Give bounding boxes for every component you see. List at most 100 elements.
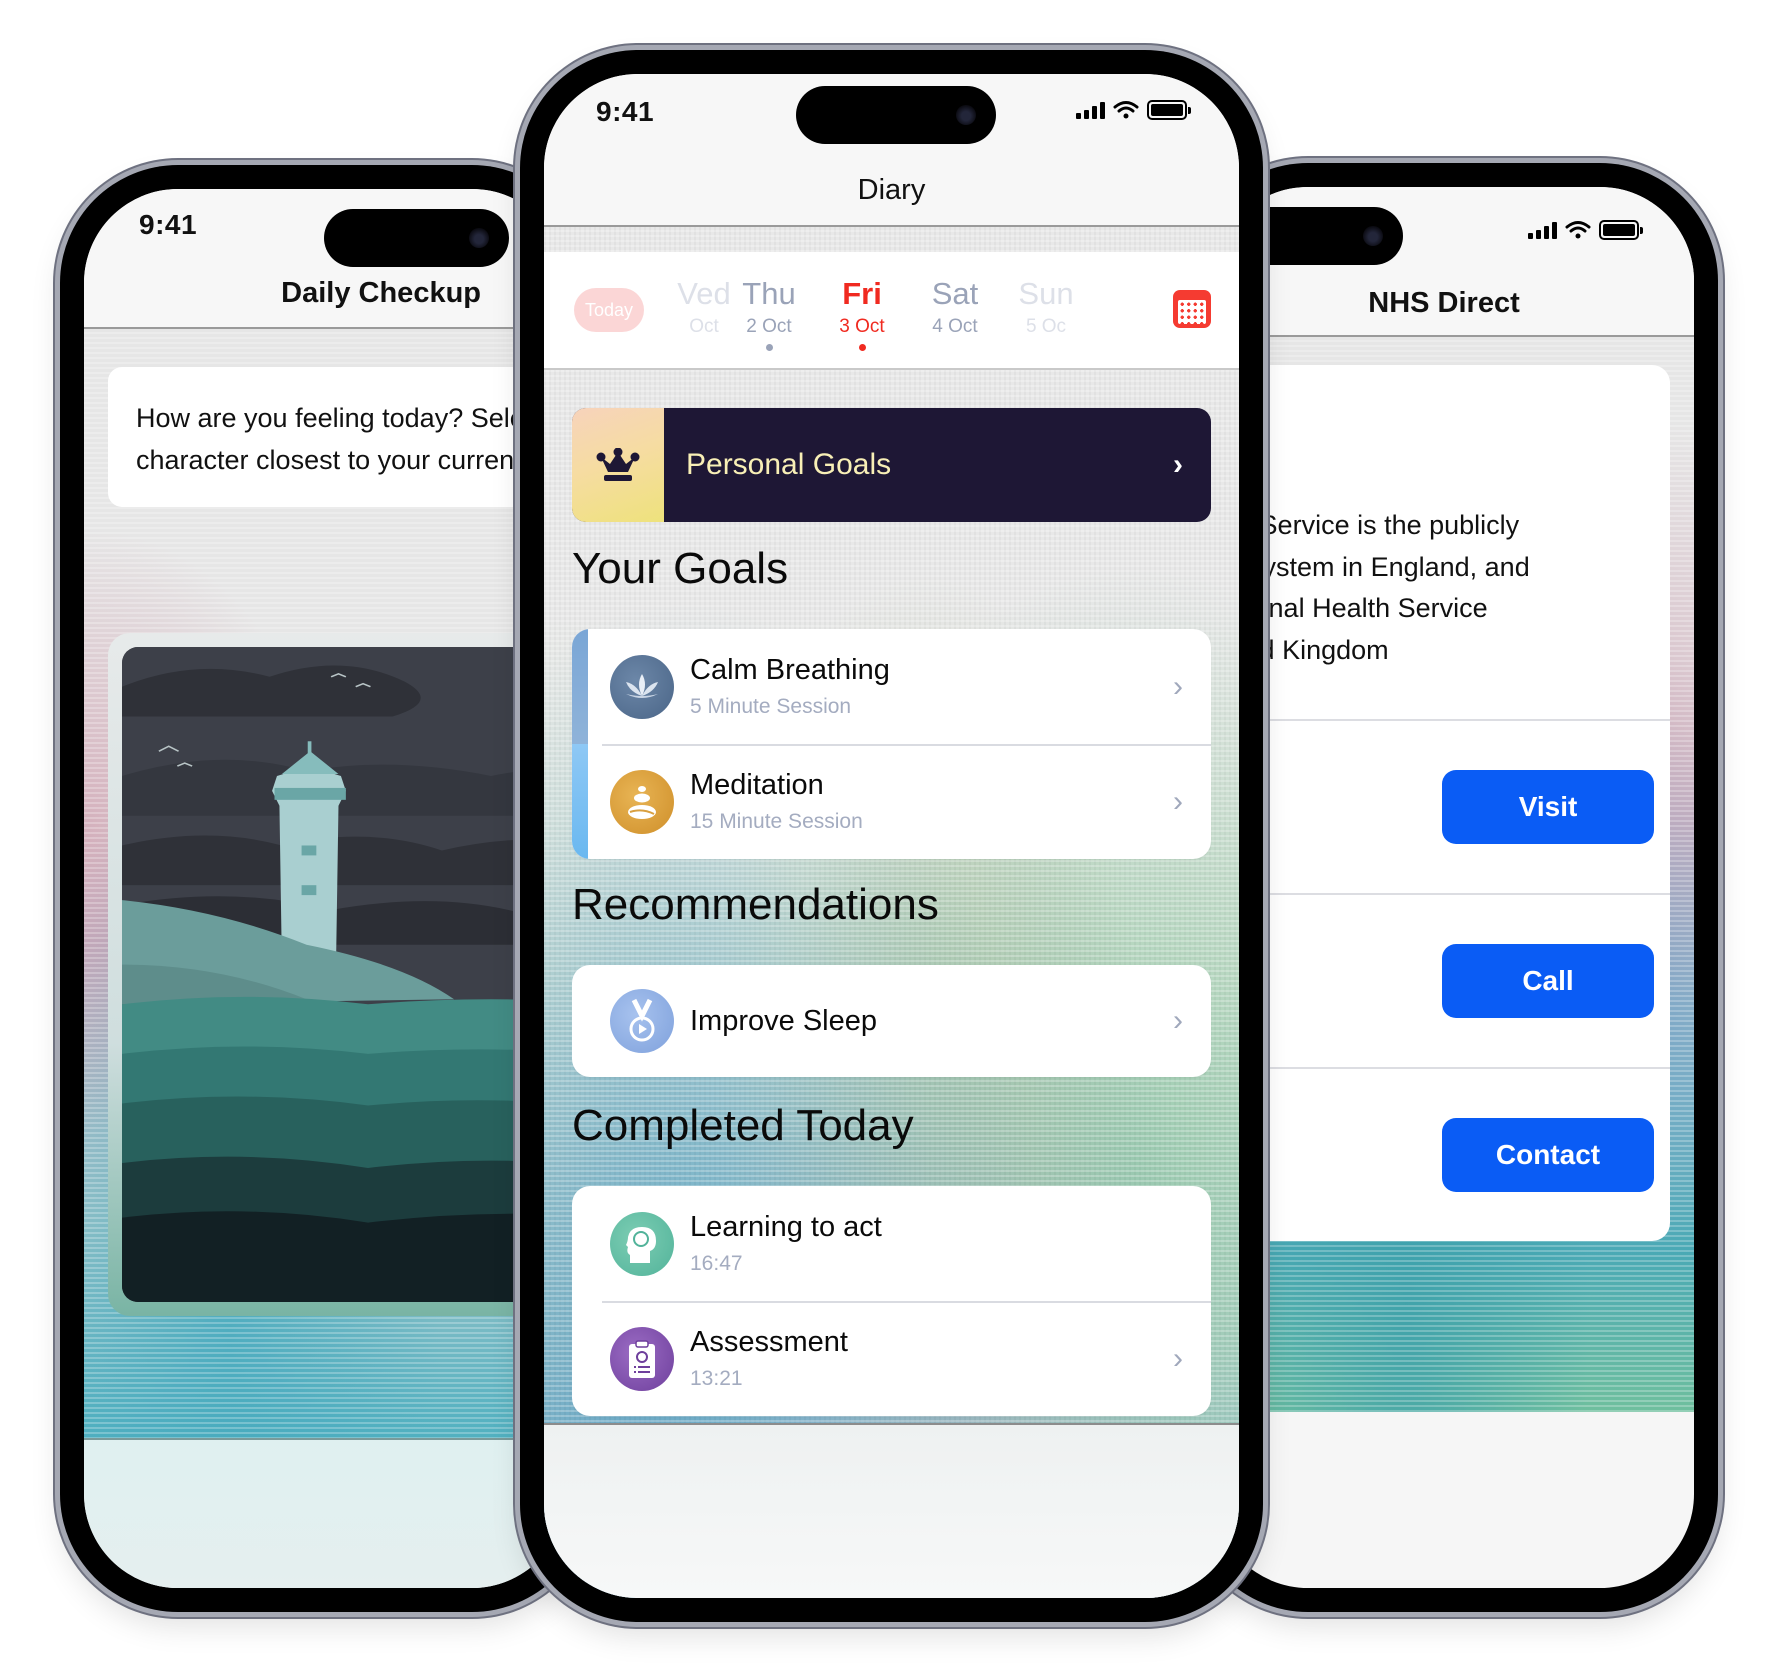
stacked-stones-icon <box>610 769 674 834</box>
day-date: 5 Oc <box>1025 316 1067 337</box>
wifi-icon <box>1113 101 1139 119</box>
camera-icon <box>469 228 489 248</box>
day-sun[interactable]: Sun 5 Oc <box>1006 276 1086 338</box>
day-name: Sun <box>1018 276 1074 311</box>
goal-accent <box>572 744 588 859</box>
chevron-right-icon: › <box>1173 1004 1183 1037</box>
date-strip: Today Ved Oct Thu 2 Oct Fri 3 Oct Sat 4 … <box>544 252 1239 370</box>
camera-icon <box>1363 226 1383 246</box>
page-title: NHS Direct <box>1368 287 1520 319</box>
completed-time: 16:47 <box>690 1252 743 1275</box>
phone-daily-checkup: 9:41 Daily Checkup How are you feeling t… <box>60 165 590 1612</box>
completed-title: Learning to act <box>690 1211 882 1243</box>
entry-dot <box>765 344 773 351</box>
personal-goals-banner[interactable]: Personal Goals › <box>572 408 1211 522</box>
phone-nhs-direct: NHS Direct Health Service is the publicl… <box>1190 163 1718 1612</box>
day-date: 3 Oct <box>839 316 885 337</box>
description-line: ur National Health Service <box>1214 593 1488 623</box>
character-card[interactable] <box>108 633 566 1316</box>
screen: NHS Direct Health Service is the publicl… <box>1214 187 1694 1588</box>
status-time: 9:41 <box>596 96 655 127</box>
day-thu[interactable]: Thu 2 Oct <box>729 276 809 351</box>
completed-text: Learning to act 16:47 <box>690 1211 1211 1276</box>
day-sat[interactable]: Sat 4 Oct <box>915 276 995 338</box>
nhs-row-phone: 5 555 Call <box>1214 893 1670 1067</box>
recommendation-row-improve-sleep[interactable]: Improve Sleep › <box>572 965 1211 1077</box>
completed-today-card: Learning to act 16:47 Assessment 13:21 › <box>572 1186 1211 1416</box>
chevron-right-icon: › <box>1173 784 1183 818</box>
page-title: Diary <box>857 174 926 206</box>
navigation-bar: 9:41 Daily Checkup <box>84 189 566 329</box>
completed-time: 13:21 <box>690 1367 743 1390</box>
battery-icon <box>1147 100 1191 120</box>
recommendation-text: Improve Sleep <box>690 1005 1173 1038</box>
day-name: Thu <box>742 276 796 311</box>
signal-icon <box>1528 221 1557 239</box>
navigation-bar: NHS Direct <box>1214 187 1694 337</box>
personal-goals-label: Personal Goals <box>686 448 892 481</box>
section-title-your-goals: Your Goals <box>572 544 789 593</box>
nhs-row-website: Visit <box>1214 719 1670 893</box>
medal-play-icon <box>610 989 674 1053</box>
section-title-recommendations: Recommendations <box>572 880 939 929</box>
description-line: ncare system in England, and <box>1214 551 1530 582</box>
nhs-info-card: Health Service is the publicly ncare sys… <box>1214 365 1670 1241</box>
day-name: Sat <box>931 276 979 311</box>
status-time: 9:41 <box>139 209 198 240</box>
question-line: character closest to your curren <box>136 445 515 475</box>
description-line: e United Kingdom <box>1214 634 1389 665</box>
phone-diary: 9:41 Diary Today Ved Oct Thu 2 Oct Fri 3… <box>520 50 1263 1622</box>
section-title-completed-today: Completed Today <box>572 1101 914 1150</box>
description-line: Health Service is the publicly <box>1214 510 1520 540</box>
chevron-right-icon: › <box>1173 1341 1183 1375</box>
page-title: Daily Checkup <box>281 277 481 309</box>
status-icons <box>1528 220 1643 240</box>
crown-icon <box>596 448 640 481</box>
question-card: How are you feeling today? Sele characte… <box>108 367 566 507</box>
camera-icon <box>956 105 976 125</box>
day-fri[interactable]: Fri 3 Oct <box>822 276 902 351</box>
question-line: How are you feeling today? Sele <box>136 403 525 433</box>
status-icons <box>1076 100 1191 120</box>
chevron-right-icon: › <box>1173 669 1183 703</box>
entry-dot <box>858 344 866 351</box>
visit-button[interactable]: Visit <box>1442 770 1654 844</box>
personal-goals-badge <box>572 408 664 522</box>
completed-text: Assessment 13:21 <box>690 1326 1173 1391</box>
day-name: Fri <box>842 276 882 311</box>
completed-row-assessment[interactable]: Assessment 13:21 › <box>572 1301 1211 1416</box>
head-brain-icon <box>610 1211 674 1276</box>
nhs-description: Health Service is the publicly ncare sys… <box>1214 505 1594 671</box>
clipboard-icon <box>610 1326 674 1391</box>
goal-row-calm-breathing[interactable]: Calm Breathing 5 Minute Session › <box>572 629 1211 744</box>
screen: 9:41 Diary Today Ved Oct Thu 2 Oct Fri 3… <box>544 74 1239 1598</box>
today-button[interactable]: Today <box>574 288 644 332</box>
goal-title: Meditation <box>690 769 824 801</box>
goal-subtitle: 15 Minute Session <box>690 810 863 833</box>
bottom-area <box>544 1423 1239 1598</box>
dynamic-island <box>324 209 509 267</box>
bottom-area <box>84 1438 566 1588</box>
signal-icon <box>1076 101 1105 119</box>
calendar-icon[interactable] <box>1173 290 1211 328</box>
dynamic-island <box>1240 207 1403 265</box>
lighthouse-storm-illustration <box>122 647 566 1302</box>
completed-row-learning-to-act[interactable]: Learning to act 16:47 <box>572 1186 1211 1301</box>
goal-row-meditation[interactable]: Meditation 15 Minute Session › <box>572 744 1211 859</box>
goal-title: Calm Breathing <box>690 654 890 686</box>
goal-subtitle: 5 Minute Session <box>690 695 852 718</box>
navigation-bar: 9:41 Diary <box>544 74 1239 227</box>
nhs-row-contact: Contact <box>1214 1067 1670 1241</box>
recommendation-title: Improve Sleep <box>690 1004 877 1037</box>
contact-button[interactable]: Contact <box>1442 1118 1654 1192</box>
battery-icon <box>1599 220 1643 240</box>
lotus-icon <box>610 654 674 719</box>
dynamic-island <box>796 86 996 144</box>
day-date: 2 Oct <box>746 316 792 337</box>
recommendations-card: Improve Sleep › <box>572 965 1211 1077</box>
call-button[interactable]: Call <box>1442 944 1654 1018</box>
goal-text: Meditation 15 Minute Session <box>690 769 1173 834</box>
wifi-icon <box>1565 221 1591 239</box>
completed-title: Assessment <box>690 1326 848 1358</box>
goal-accent <box>572 629 588 744</box>
